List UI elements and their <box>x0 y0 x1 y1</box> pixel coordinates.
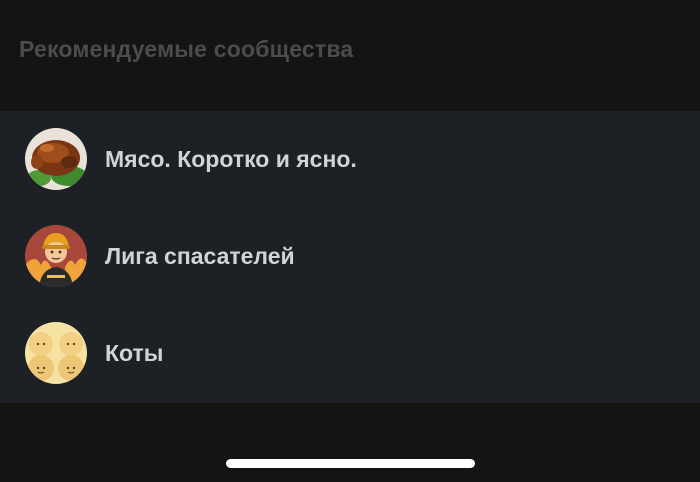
community-item-meat[interactable]: Мясо. Коротко и ясно. <box>0 111 700 208</box>
community-name: Лига спасателей <box>105 243 295 269</box>
community-name: Мясо. Коротко и ясно. <box>105 146 357 172</box>
cats-icon <box>25 322 87 384</box>
community-list: Мясо. Коротко и ясно. Лига спасателей Ко… <box>0 111 700 403</box>
firefighter-icon <box>25 225 87 287</box>
bottom-area <box>0 403 700 482</box>
community-item-rescuers[interactable]: Лига спасателей <box>0 208 700 305</box>
section-title: Рекомендуемые сообщества <box>19 36 354 62</box>
community-item-cats[interactable]: Коты <box>0 305 700 402</box>
community-name: Коты <box>105 340 164 366</box>
home-indicator[interactable] <box>226 459 475 468</box>
section-header: Рекомендуемые сообщества <box>0 0 700 110</box>
roast-chicken-icon <box>25 128 87 190</box>
